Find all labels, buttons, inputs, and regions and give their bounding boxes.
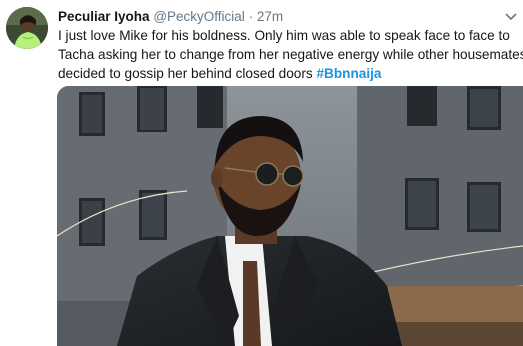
- timestamp[interactable]: 27m: [257, 9, 283, 24]
- author-name[interactable]: Peculiar Iyoha: [58, 9, 150, 24]
- chevron-down-icon[interactable]: [504, 10, 518, 24]
- tweet-header: Peculiar Iyoha @PeckyOfficial · 27m: [58, 8, 283, 26]
- tweet-text-line: decided to gossip her behind closed door…: [58, 64, 520, 83]
- separator-dot: ·: [248, 9, 254, 24]
- avatar-image: [6, 7, 48, 49]
- tweet-text: I just love Mike for his boldness. Only …: [58, 26, 523, 83]
- tweet-text-line-content: decided to gossip her behind closed door…: [58, 66, 313, 81]
- tweet-photo[interactable]: [57, 86, 523, 346]
- photo-image: [57, 86, 523, 346]
- hashtag-link[interactable]: #Bbnnaija: [316, 66, 381, 81]
- tweet-text-line: Tacha asking her to change from her nega…: [58, 47, 523, 62]
- author-handle[interactable]: @PeckyOfficial: [153, 9, 244, 24]
- tweet-text-line: I just love Mike for his boldness. Only …: [58, 28, 510, 43]
- avatar[interactable]: [6, 7, 48, 49]
- tweet-card[interactable]: Peculiar Iyoha @PeckyOfficial · 27m I ju…: [0, 0, 523, 346]
